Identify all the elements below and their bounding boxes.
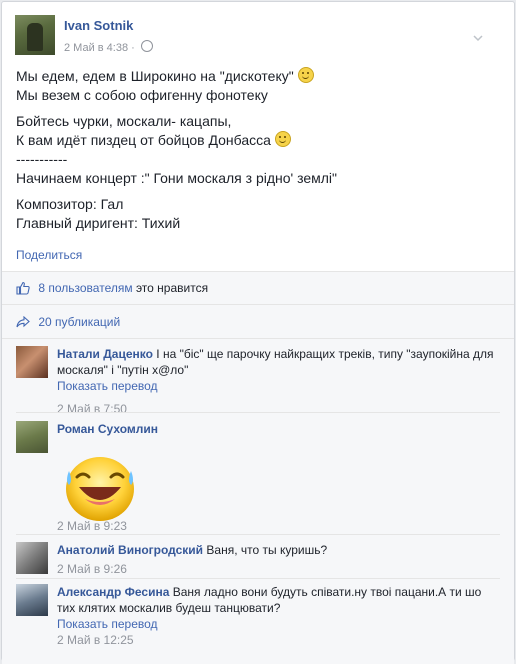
commenter-name[interactable]: Анатолий Виногродский [57,543,203,557]
show-translation-link[interactable]: Показать перевод [57,617,158,631]
post-line: Бойтесь чурки, москали- кацапы, [16,113,232,129]
post-stanza-1: Мы едем, едем в Широкино на "дискотеку" … [16,67,496,105]
post-stanza-2: Бойтесь чурки, москали- кацапы, К вам ид… [16,112,496,188]
post-line: ----------- [16,151,68,167]
share-arrow-icon [16,315,30,328]
likes-suffix: это нравится [135,281,209,295]
divider [16,412,500,413]
globe-icon[interactable] [140,40,153,52]
commenter-avatar[interactable] [16,346,48,378]
comment-item: Анатолий Виногродский Ваня, что ты куриш… [16,542,496,578]
comment-timestamp[interactable]: 2 Май в 9:26 [57,562,127,576]
post-header: Ivan Sotnik 2 Май в 4:38 · [15,15,495,57]
smile-emoji-icon [274,131,291,147]
meta-separator: · [131,42,135,54]
shares-count: 20 публикаций [38,315,121,329]
commenter-avatar[interactable] [16,421,48,453]
laughing-sticker-icon [66,457,134,521]
comment-item: Роман Сухомлин 2 Май в 9:23 [16,421,496,533]
smile-emoji-icon [297,67,314,83]
divider [16,578,500,579]
post-line: Композитор: Гал [16,196,124,212]
commenter-name[interactable]: Роман Сухомлин [57,422,158,436]
post-text: Мы едем, едем в Широкино на "дискотеку" … [16,67,496,240]
comment-body: Александр Фесина Ваня ладно вони будуть … [57,584,497,648]
comment-body: Анатолий Виногродский Ваня, что ты куриш… [57,542,497,580]
comment-item: Александр Фесина Ваня ладно вони будуть … [16,584,496,650]
divider [2,338,514,339]
post-line: Начинаем концерт :" Гони москаля з рідно… [16,170,338,186]
share-button[interactable]: Поделиться [16,248,82,262]
commenter-name[interactable]: Александр Фесина [57,585,169,599]
comment-timestamp[interactable]: 2 Май в 12:25 [57,633,134,647]
comment-timestamp[interactable]: 2 Май в 9:23 [57,519,127,533]
comment-text: Ваня, что ты куришь? [206,543,328,557]
show-translation-link[interactable]: Показать перевод [57,379,158,393]
comment-timestamp[interactable]: 2 Май в 7:50 [57,402,127,416]
post-card: Ivan Sotnik 2 Май в 4:38 · Мы едем, едем… [1,1,515,664]
post-meta: 2 Май в 4:38 · [64,40,153,54]
shares-row[interactable]: 20 публикаций [16,315,120,329]
author-name[interactable]: Ivan Sotnik [64,18,133,33]
commenter-avatar[interactable] [16,584,48,616]
commenter-avatar[interactable] [16,542,48,574]
likes-row: 8 пользователям это нравится [16,281,208,295]
thumbs-up-icon[interactable] [16,281,30,295]
author-avatar[interactable] [15,15,55,55]
post-line: Главный диригент: Тихий [16,215,181,231]
post-line: Мы едем, едем в Широкино на "дискотеку" [16,68,294,84]
divider [2,304,514,305]
post-line: К вам идёт пиздец от бойцов Донбасса [16,132,271,148]
chevron-down-icon[interactable] [473,33,483,43]
post-line: Мы везем с собою офигенну фонотеку [16,87,268,103]
commenter-name[interactable]: Натали Даценко [57,347,153,361]
comment-item: Натали Даценко І на "біс" ще парочку най… [16,346,496,416]
likes-count-link[interactable]: 8 пользователям [38,281,132,295]
avatar-figure [27,23,43,51]
comment-body: Роман Сухомлин [57,421,497,437]
divider [16,534,500,535]
post-timestamp[interactable]: 2 Май в 4:38 [64,42,128,54]
post-stanza-3: Композитор: Гал Главный диригент: Тихий [16,195,496,233]
